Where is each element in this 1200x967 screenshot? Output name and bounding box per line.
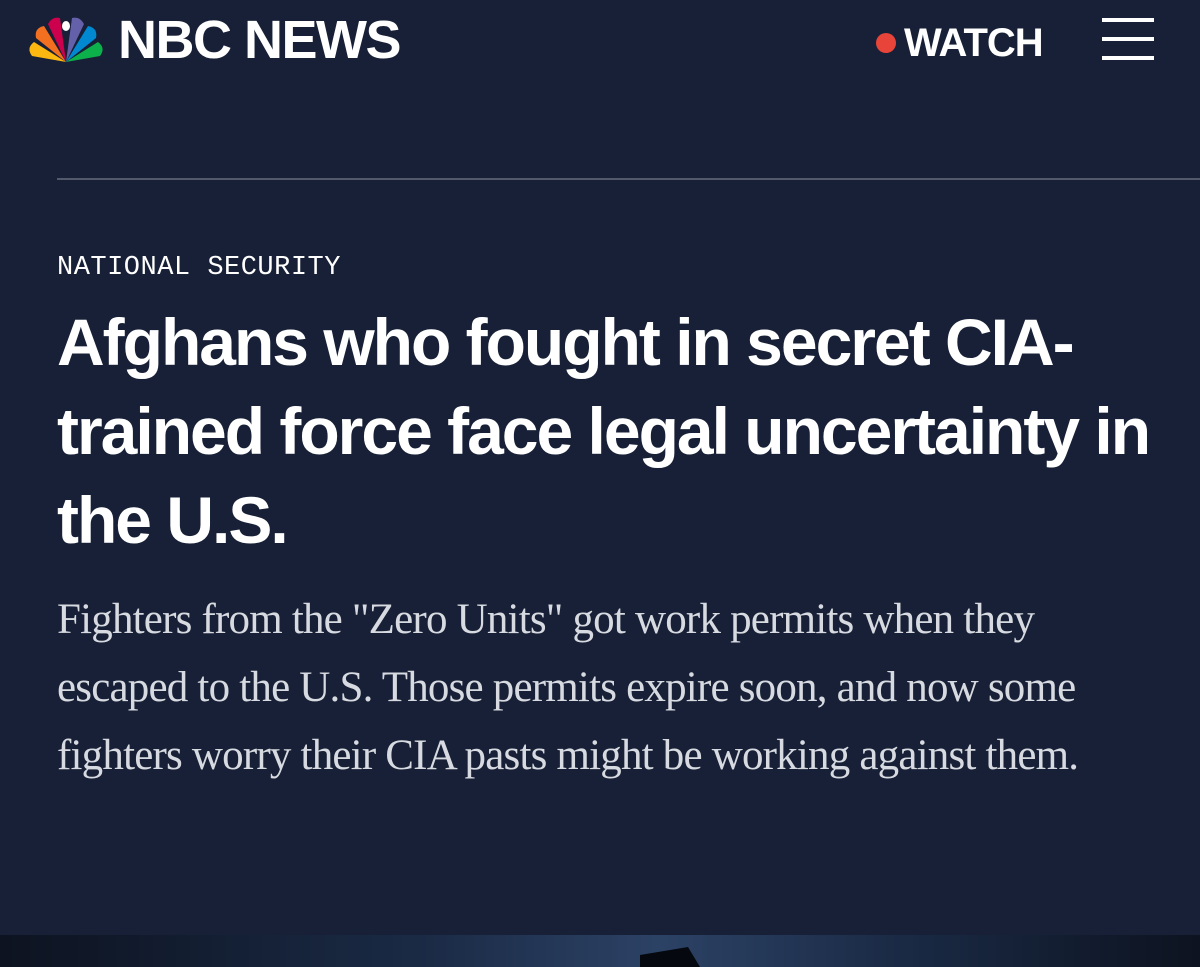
section-label-link[interactable]: NATIONAL SECURITY [57,253,341,283]
hero-image [0,935,1200,967]
site-header: NBC NEWS WATCH [0,0,1200,90]
brand-wordmark: NBC NEWS [118,10,402,70]
menu-bar [1102,56,1154,60]
hamburger-menu-icon[interactable] [1100,18,1156,64]
header-divider [57,178,1200,180]
article-dek: Fighters from the "Zero Units" got work … [57,596,1079,779]
watch-label: WATCH [904,20,1044,65]
menu-bar [1102,18,1154,22]
hero-image-silhouette [640,947,700,967]
nbc-news-logo[interactable]: NBC NEWS [26,10,402,70]
watch-live-button[interactable]: WATCH [876,18,1044,68]
live-dot-icon [876,33,896,53]
nbc-peacock-icon [29,17,103,63]
article-headline: Afghans who fought in secret CIA-trained… [57,305,1151,557]
article-page: NBC NEWS WATCH NATIONAL SECURITY Afghans… [0,0,1200,967]
menu-bar [1102,37,1154,41]
